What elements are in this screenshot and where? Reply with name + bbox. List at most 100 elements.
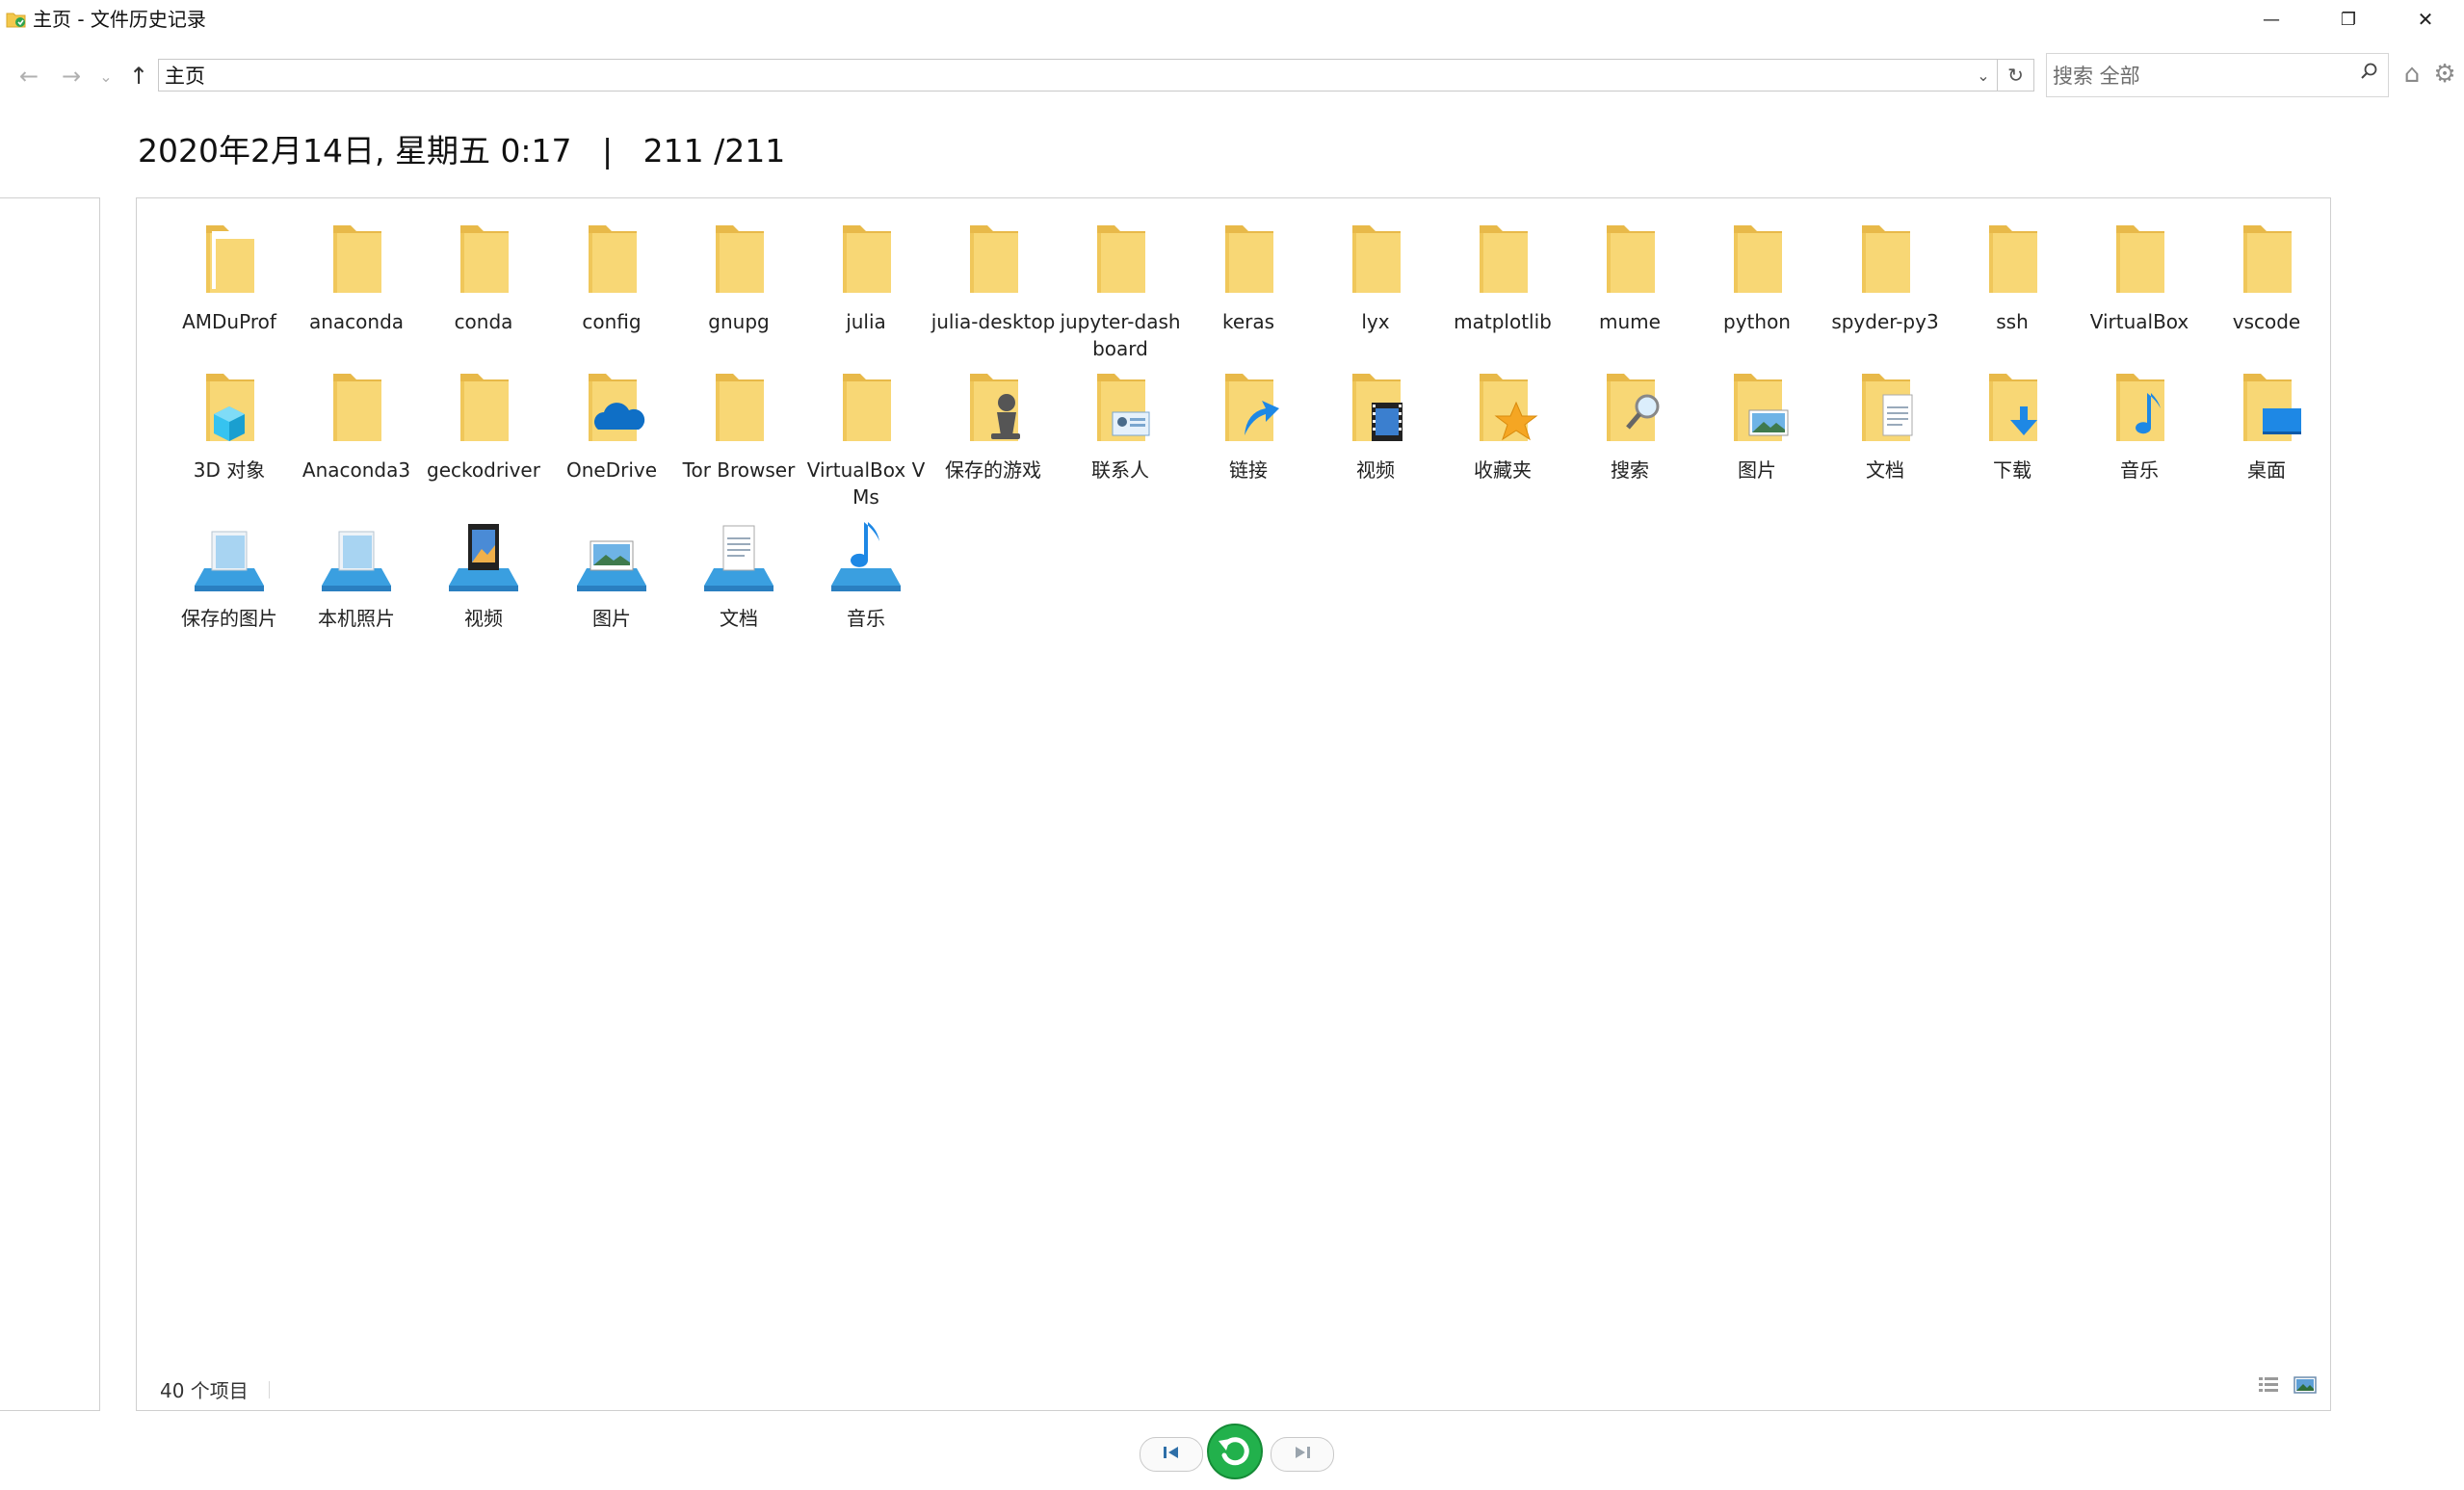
file-item[interactable]: AMDuProf xyxy=(166,216,293,360)
status-divider xyxy=(269,1381,270,1399)
file-item[interactable]: 图片 xyxy=(1693,364,1821,509)
large-icons-view-button[interactable] xyxy=(2293,1375,2318,1399)
refresh-button[interactable]: ↻ xyxy=(1998,59,2034,91)
file-item[interactable]: 下载 xyxy=(1949,364,2076,509)
searches-folder-icon xyxy=(1566,364,1693,457)
file-item[interactable]: OneDrive xyxy=(548,364,675,509)
file-item[interactable]: anaconda xyxy=(293,216,420,360)
address-bar[interactable]: 主页 ⌄ xyxy=(158,59,1998,91)
heading-separator: | xyxy=(602,132,614,170)
title-bar: 主页 - 文件历史记录 — ❐ ✕ xyxy=(0,0,2464,39)
file-item[interactable]: 搜索 xyxy=(1566,364,1693,509)
file-item[interactable]: 桌面 xyxy=(2203,364,2330,509)
file-item[interactable]: VirtualBox xyxy=(2076,216,2203,360)
file-item[interactable]: mume xyxy=(1566,216,1693,360)
back-button[interactable]: ← xyxy=(13,61,44,91)
videos-library-icon xyxy=(420,512,547,605)
address-path: 主页 xyxy=(165,65,205,88)
home-icon: ⌂ xyxy=(2403,60,2421,89)
file-item[interactable]: gnupg xyxy=(675,216,802,360)
file-item[interactable]: 保存的游戏 xyxy=(930,364,1057,509)
file-item[interactable]: 文档 xyxy=(675,512,802,657)
music-folder-icon xyxy=(2076,364,2203,457)
home-button[interactable]: ⌂ xyxy=(2397,59,2427,90)
up-arrow-icon: ↑ xyxy=(128,63,149,90)
file-item[interactable]: matplotlib xyxy=(1439,216,1566,360)
previous-version-pane[interactable] xyxy=(0,197,100,1411)
folder-icon xyxy=(675,364,802,457)
file-item[interactable]: VirtualBox VMs xyxy=(802,364,930,509)
file-item[interactable]: conda xyxy=(420,216,547,360)
file-item[interactable]: python xyxy=(1693,216,1821,360)
maximize-button[interactable]: ❐ xyxy=(2310,0,2387,39)
file-item-label: 文档 xyxy=(720,607,758,630)
file-item[interactable]: vscode xyxy=(2203,216,2330,360)
file-item[interactable]: 收藏夹 xyxy=(1439,364,1566,509)
file-item[interactable]: 文档 xyxy=(1822,364,1949,509)
folder-icon xyxy=(1949,216,2076,308)
recent-locations-button[interactable]: ⌄ xyxy=(96,61,116,91)
file-item[interactable]: 图片 xyxy=(548,512,675,657)
file-item[interactable]: 链接 xyxy=(1185,364,1312,509)
restore-button[interactable] xyxy=(1205,1424,1265,1483)
forward-button[interactable]: → xyxy=(56,61,87,91)
folder-icon xyxy=(2203,216,2330,308)
backup-date: 2020年2月14日, 星期五 0:17 xyxy=(138,132,572,170)
previous-version-button[interactable] xyxy=(1140,1437,1203,1472)
file-item[interactable]: 联系人 xyxy=(1057,364,1184,509)
search-box[interactable] xyxy=(2046,53,2389,97)
pictures-library-icon xyxy=(548,512,675,605)
file-item-label: 音乐 xyxy=(847,607,885,630)
file-item[interactable]: geckodriver xyxy=(420,364,547,509)
file-item[interactable]: 音乐 xyxy=(802,512,930,657)
file-item[interactable]: 音乐 xyxy=(2076,364,2203,509)
file-item-label: lyx xyxy=(1361,310,1390,333)
file-item-label: 保存的游戏 xyxy=(945,458,1041,482)
file-item-label: 链接 xyxy=(1229,458,1268,482)
settings-button[interactable]: ⚙ xyxy=(2429,59,2460,90)
file-item[interactable]: ssh xyxy=(1949,216,2076,360)
next-version-button[interactable] xyxy=(1271,1437,1334,1472)
chevron-down-icon: ⌄ xyxy=(1977,65,1990,85)
file-item-label: VirtualBox xyxy=(2089,310,2189,333)
saved-pictures-library-icon xyxy=(166,512,293,605)
folder-icon xyxy=(2076,216,2203,308)
file-item[interactable]: keras xyxy=(1185,216,1312,360)
file-item-label: 文档 xyxy=(1866,458,1904,482)
3d-objects-folder-icon xyxy=(166,364,293,457)
file-item[interactable]: Anaconda3 xyxy=(293,364,420,509)
window-title: 主页 - 文件历史记录 xyxy=(33,8,206,31)
file-item-label: 3D 对象 xyxy=(193,458,266,482)
file-history-app-icon xyxy=(6,10,27,29)
file-item-label: Tor Browser xyxy=(682,458,796,482)
folder-icon xyxy=(1566,216,1693,308)
file-item[interactable]: jupyter-dashboard xyxy=(1057,216,1184,360)
close-button[interactable]: ✕ xyxy=(2387,0,2464,39)
file-item[interactable]: 保存的图片 xyxy=(166,512,293,657)
folder-icon xyxy=(420,364,547,457)
file-item[interactable]: lyx xyxy=(1312,216,1439,360)
minimize-button[interactable]: — xyxy=(2233,0,2310,39)
file-item[interactable]: Tor Browser xyxy=(675,364,802,509)
file-item-label: 图片 xyxy=(592,607,631,630)
file-item[interactable]: 本机照片 xyxy=(293,512,420,657)
restore-arrow-icon xyxy=(1205,1422,1265,1485)
file-item-label: spyder-py3 xyxy=(1831,310,1939,333)
file-item-label: vscode xyxy=(2232,310,2301,333)
file-item[interactable]: 视频 xyxy=(420,512,547,657)
file-item[interactable]: julia xyxy=(802,216,930,360)
search-input[interactable] xyxy=(2051,60,2344,92)
file-item[interactable]: 视频 xyxy=(1312,364,1439,509)
file-item[interactable]: julia-desktop xyxy=(930,216,1057,360)
details-view-button[interactable] xyxy=(2256,1375,2281,1399)
file-item[interactable]: config xyxy=(548,216,675,360)
up-button[interactable]: ↑ xyxy=(125,61,152,91)
chevron-down-icon: ⌄ xyxy=(99,66,113,86)
documents-folder-icon xyxy=(1822,364,1949,457)
file-item[interactable]: 3D 对象 xyxy=(166,364,293,509)
address-dropdown-button[interactable]: ⌄ xyxy=(1970,60,1997,91)
folder-icon xyxy=(1185,216,1312,308)
desktop-folder-icon xyxy=(2203,364,2330,457)
file-item-label: mume xyxy=(1599,310,1661,333)
file-item[interactable]: spyder-py3 xyxy=(1822,216,1949,360)
